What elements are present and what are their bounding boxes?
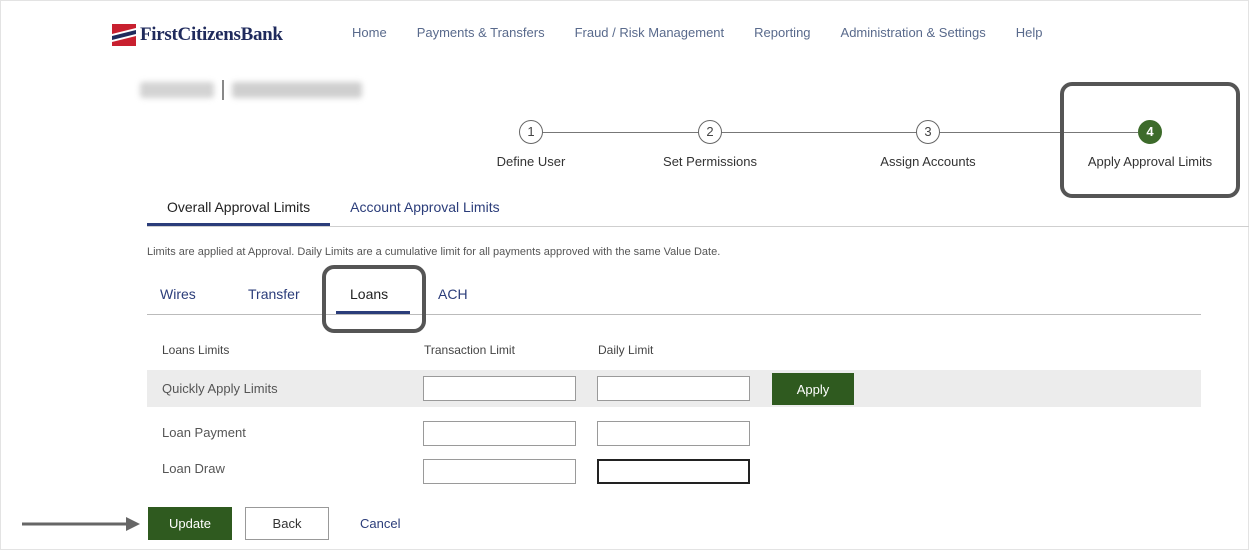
row-label: Loan Draw xyxy=(162,461,225,476)
limits-info-text: Limits are applied at Approval. Daily Li… xyxy=(147,246,721,258)
loan-payment-daily-limit-input[interactable] xyxy=(597,421,750,446)
bank-logo[interactable]: FirstCitizensBank xyxy=(112,24,283,46)
row-label: Loan Payment xyxy=(162,425,246,440)
nav-home[interactable]: Home xyxy=(352,25,387,40)
subtab-transfer[interactable]: Transfer xyxy=(248,286,300,302)
quick-transaction-limit-input[interactable] xyxy=(423,376,576,401)
step-number: 2 xyxy=(698,120,722,144)
step-highlight-box xyxy=(1060,82,1240,198)
column-header-transaction-limit: Transaction Limit xyxy=(424,343,515,357)
separator xyxy=(222,80,224,100)
update-button[interactable]: Update xyxy=(148,507,232,540)
bank-flag-icon xyxy=(112,24,136,46)
step-number: 3 xyxy=(916,120,940,144)
quick-daily-limit-input[interactable] xyxy=(597,376,750,401)
apply-button[interactable]: Apply xyxy=(772,373,854,405)
nav-administration[interactable]: Administration & Settings xyxy=(841,25,986,40)
nav-help[interactable]: Help xyxy=(1016,25,1043,40)
row-quickly-apply-limits: Quickly Apply Limits Apply xyxy=(147,370,1201,407)
nav-fraud-risk[interactable]: Fraud / Risk Management xyxy=(575,25,725,40)
row-loan-payment: Loan Payment xyxy=(147,414,1201,451)
step-label: Set Permissions xyxy=(663,154,757,169)
tabs-divider xyxy=(147,226,1249,227)
step-assign-accounts: 3 Assign Accounts xyxy=(858,120,998,169)
redacted-text xyxy=(232,82,362,98)
nav-payments-transfers[interactable]: Payments & Transfers xyxy=(417,25,545,40)
user-name-redacted xyxy=(140,80,362,100)
step-set-permissions: 2 Set Permissions xyxy=(640,120,780,169)
step-number: 1 xyxy=(519,120,543,144)
redacted-text xyxy=(140,82,214,98)
subtab-ach[interactable]: ACH xyxy=(438,286,468,302)
tab-overall-approval-limits[interactable]: Overall Approval Limits xyxy=(147,199,331,226)
step-label: Assign Accounts xyxy=(880,154,976,169)
approval-tabs: Overall Approval Limits Account Approval… xyxy=(147,199,520,226)
step-define-user: 1 Define User xyxy=(468,120,594,169)
subtab-wires[interactable]: Wires xyxy=(160,286,196,302)
tab-account-approval-limits[interactable]: Account Approval Limits xyxy=(330,199,519,226)
loan-payment-transaction-limit-input[interactable] xyxy=(423,421,576,446)
subtabs-divider xyxy=(147,314,1201,315)
column-header-daily-limit: Daily Limit xyxy=(598,343,654,357)
nav-reporting[interactable]: Reporting xyxy=(754,25,810,40)
bank-name: FirstCitizensBank xyxy=(140,24,283,45)
arrow-right-icon xyxy=(22,517,140,531)
step-label: Define User xyxy=(496,154,566,169)
column-header-loans-limits: Loans Limits xyxy=(162,343,230,357)
row-label: Quickly Apply Limits xyxy=(162,381,278,396)
back-button[interactable]: Back xyxy=(245,507,329,540)
cancel-link[interactable]: Cancel xyxy=(360,516,400,531)
loan-draw-transaction-limit-input[interactable] xyxy=(423,459,576,484)
row-loan-draw: Loan Draw xyxy=(147,450,1201,487)
main-nav: Home Payments & Transfers Fraud / Risk M… xyxy=(352,25,1073,40)
loans-highlight-box xyxy=(322,265,426,333)
loan-draw-daily-limit-input[interactable] xyxy=(597,459,750,484)
